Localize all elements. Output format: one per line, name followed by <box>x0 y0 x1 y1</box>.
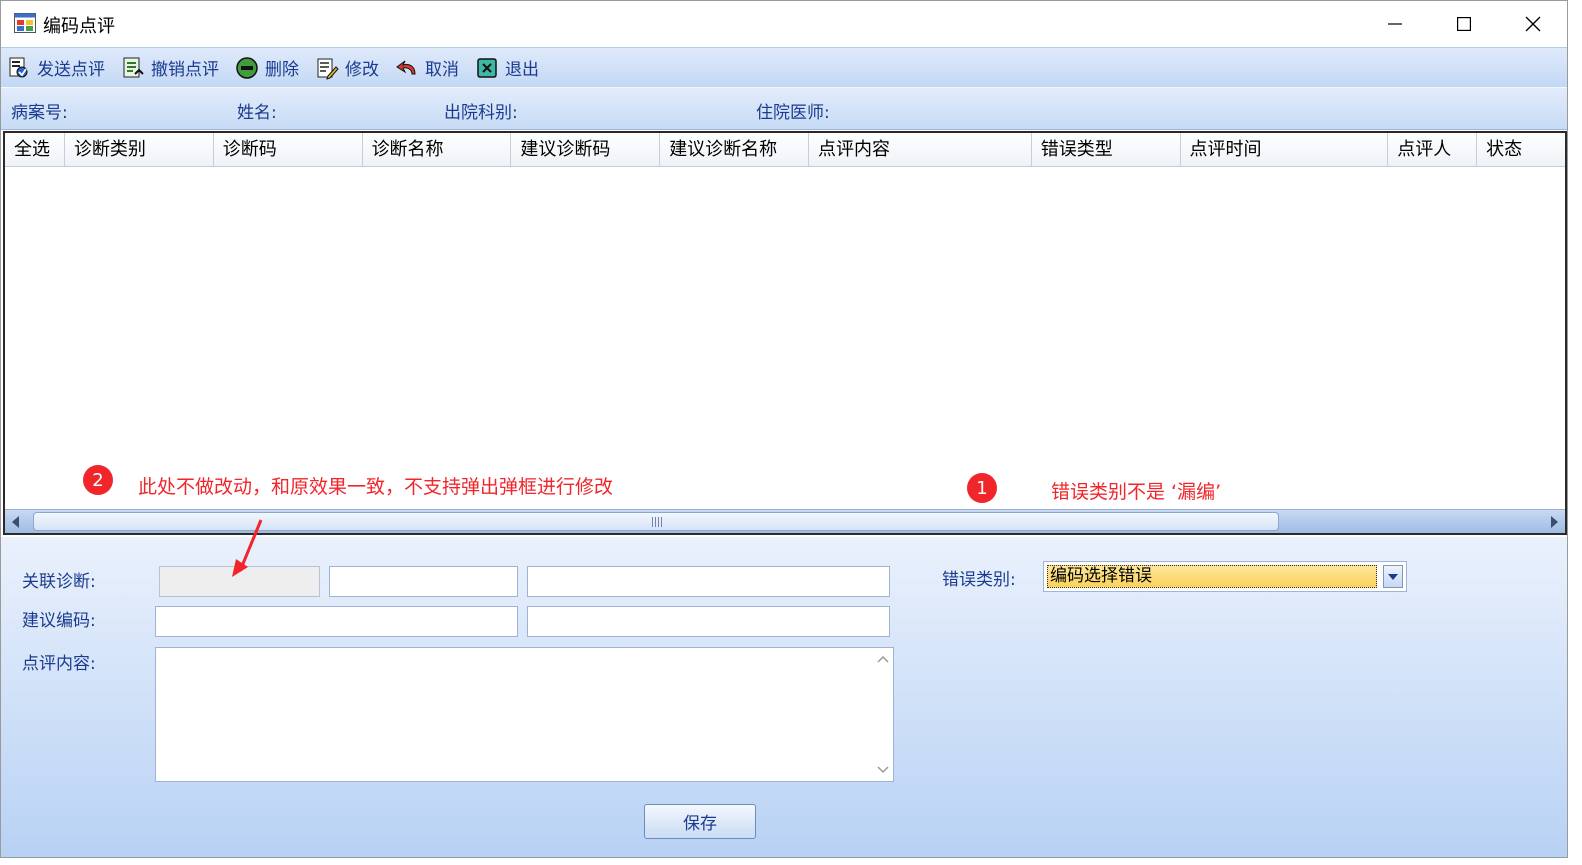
attending-doctor-label: 住院医师: <box>756 103 830 123</box>
scroll-right-arrow[interactable] <box>1546 514 1562 530</box>
triangle-right-icon <box>1551 516 1558 528</box>
code-review-window: 编码点评 发送点评 撤销点评 删除 修改 取消 退出 病案号: 姓名: 出院科别… <box>0 0 1568 858</box>
grip-icon <box>652 517 662 527</box>
scroll-up-arrow[interactable] <box>876 652 890 666</box>
exit-icon <box>475 56 499 80</box>
column-status[interactable]: 状态 <box>1477 133 1565 167</box>
column-review-time[interactable]: 点评时间 <box>1181 133 1389 167</box>
grid-body[interactable] <box>5 167 1565 509</box>
revoke-review-button[interactable]: 撤销点评 <box>121 55 219 80</box>
edit-button[interactable]: 修改 <box>315 55 379 80</box>
send-review-icon <box>7 56 31 80</box>
column-suggest-code[interactable]: 建议诊断码 <box>511 133 661 167</box>
window-title: 编码点评 <box>43 16 115 37</box>
delete-button[interactable]: 删除 <box>235 55 299 80</box>
cancel-button[interactable]: 取消 <box>395 55 459 80</box>
column-diag-code[interactable]: 诊断码 <box>214 133 363 167</box>
cancel-label: 取消 <box>425 60 459 80</box>
review-content-label: 点评内容: <box>22 654 96 674</box>
minimize-button[interactable] <box>1360 1 1430 47</box>
annotation-marker-2: 2 <box>83 465 113 495</box>
annotation-text-2: 此处不做改动，和原效果一致，不支持弹出弹框进行修改 <box>138 476 614 498</box>
scrollbar-thumb[interactable] <box>33 512 1279 531</box>
toolbar: 发送点评 撤销点评 删除 修改 取消 退出 <box>1 47 1567 87</box>
edit-icon <box>315 56 339 80</box>
close-icon <box>1525 16 1541 32</box>
column-diag-name[interactable]: 诊断名称 <box>363 133 512 167</box>
column-review-content[interactable]: 点评内容 <box>809 133 1032 167</box>
revoke-review-label: 撤销点评 <box>151 60 219 80</box>
maximize-icon <box>1457 17 1471 31</box>
suggested-name-field[interactable] <box>527 606 890 637</box>
app-window-icon <box>14 13 36 33</box>
textarea-vertical-scrollbar[interactable] <box>873 648 893 781</box>
related-diagnosis-field-2[interactable] <box>329 566 518 597</box>
review-content-textarea[interactable] <box>155 647 894 782</box>
save-button[interactable]: 保存 <box>644 804 756 839</box>
chevron-down-icon <box>877 766 889 774</box>
error-type-combobox[interactable]: 编码选择错误 <box>1043 561 1407 592</box>
patient-info-bar: 病案号: 姓名: 出院科别: 住院医师: <box>1 87 1567 130</box>
annotation-text-1: 错误类别不是 ‘漏编’ <box>1051 481 1222 503</box>
error-type-value: 编码选择错误 <box>1047 565 1377 588</box>
exit-label: 退出 <box>505 60 539 80</box>
minimize-icon <box>1388 23 1402 25</box>
case-number-label: 病案号: <box>11 103 68 123</box>
error-type-label: 错误类别: <box>942 570 1016 590</box>
patient-name-label: 姓名: <box>237 103 277 123</box>
undo-icon <box>395 56 419 80</box>
scroll-down-arrow[interactable] <box>876 763 890 777</box>
related-diagnosis-label: 关联诊断: <box>22 572 96 592</box>
suggested-code-field[interactable] <box>155 606 518 637</box>
annotation-arrow-icon <box>232 519 263 577</box>
title-bar: 编码点评 <box>1 1 1567 47</box>
annotation-marker-1: 1 <box>967 473 997 503</box>
column-error-type[interactable]: 错误类型 <box>1032 133 1181 167</box>
delete-icon <box>235 56 259 80</box>
grid-header: 全选 诊断类别 诊断码 诊断名称 建议诊断码 建议诊断名称 点评内容 错误类型 … <box>5 133 1565 167</box>
triangle-left-icon <box>12 516 19 528</box>
maximize-button[interactable] <box>1429 1 1499 47</box>
close-button[interactable] <box>1498 1 1567 47</box>
dropdown-arrow-icon <box>1388 573 1398 580</box>
discharge-dept-label: 出院科别: <box>444 103 518 123</box>
delete-label: 删除 <box>265 60 299 80</box>
edit-label: 修改 <box>345 60 379 80</box>
revoke-review-icon <box>121 56 145 80</box>
send-review-button[interactable]: 发送点评 <box>7 55 105 80</box>
scroll-left-arrow[interactable] <box>8 514 24 530</box>
column-select-all[interactable]: 全选 <box>5 133 65 167</box>
related-diagnosis-field-3[interactable] <box>527 566 890 597</box>
column-suggest-name[interactable]: 建议诊断名称 <box>660 133 809 167</box>
suggested-code-label: 建议编码: <box>22 611 96 631</box>
exit-button[interactable]: 退出 <box>475 55 539 80</box>
column-diag-category[interactable]: 诊断类别 <box>65 133 214 167</box>
send-review-label: 发送点评 <box>37 60 105 80</box>
chevron-up-icon <box>877 655 889 663</box>
column-reviewer[interactable]: 点评人 <box>1388 133 1478 167</box>
error-type-dropdown-button[interactable] <box>1383 565 1403 588</box>
